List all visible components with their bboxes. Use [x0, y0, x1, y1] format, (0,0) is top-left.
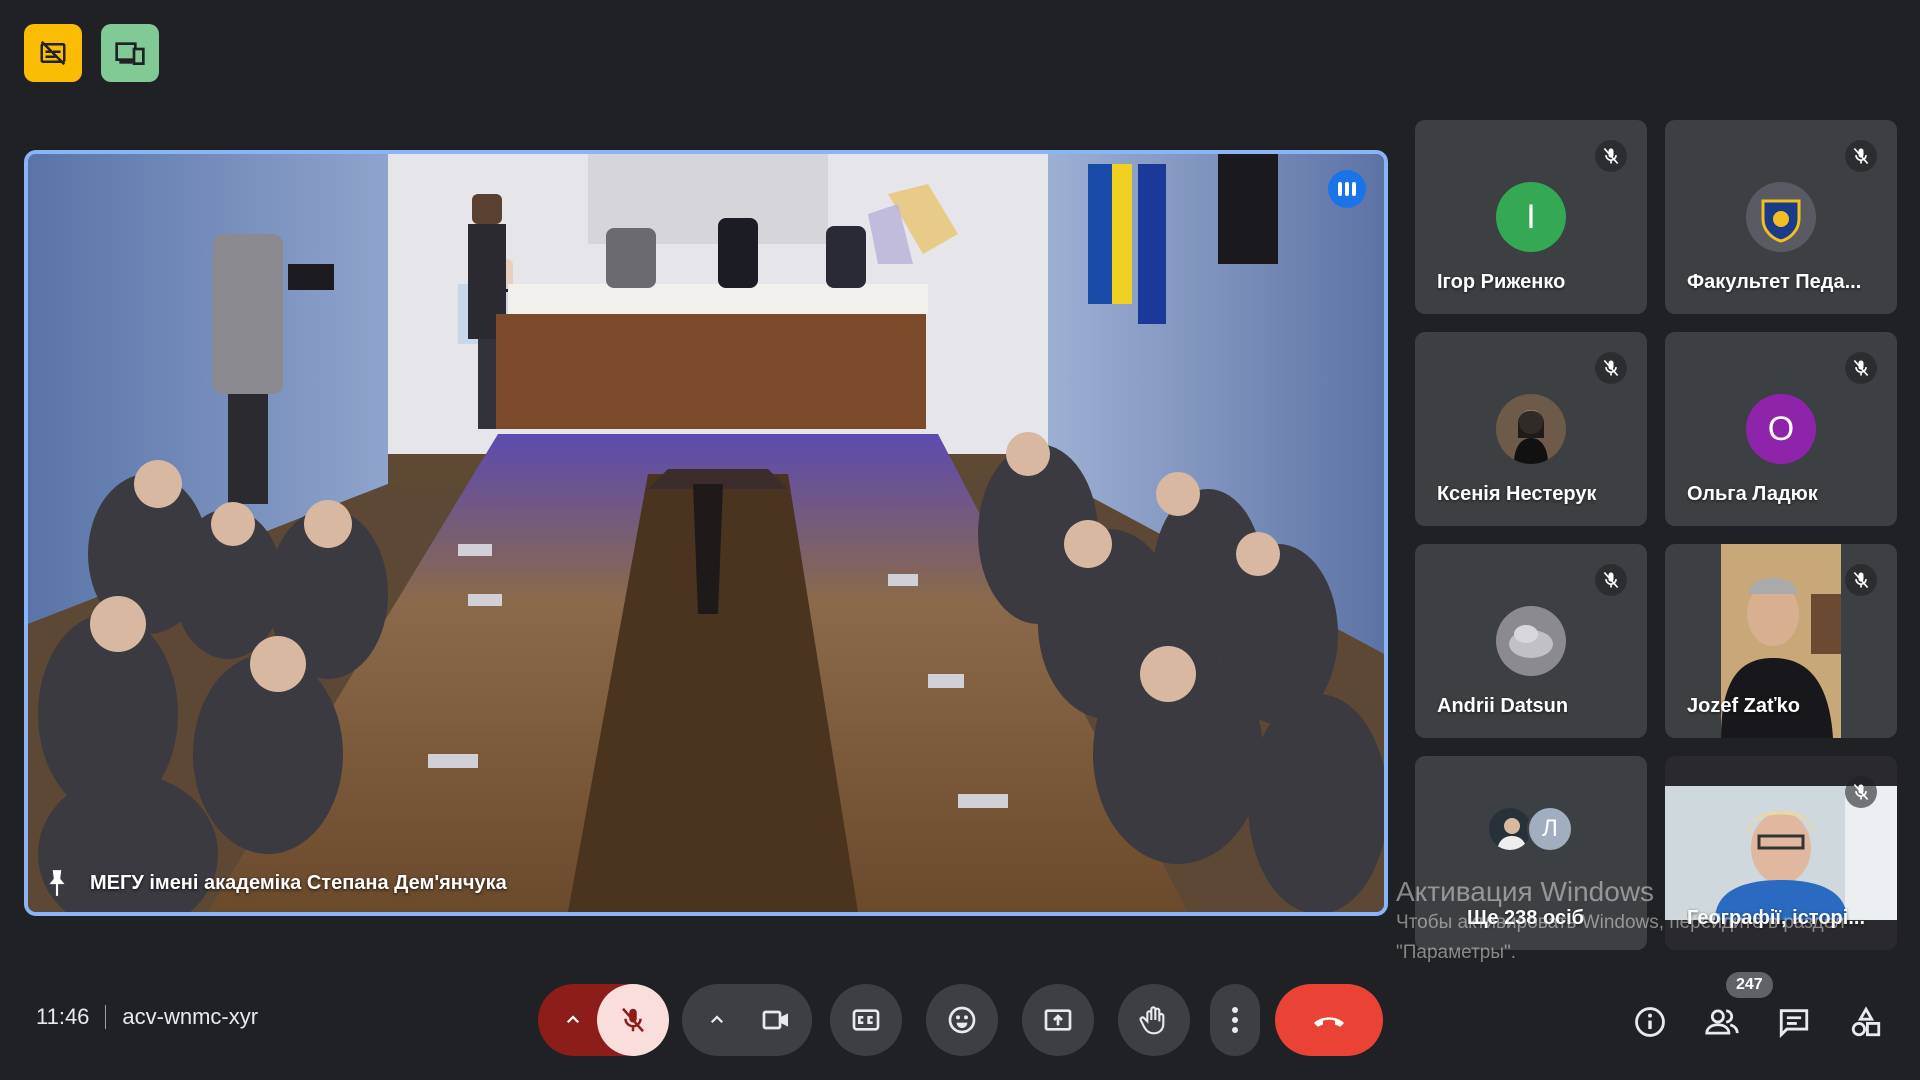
meeting-code[interactable]: acv-wnmc-xyr	[122, 1004, 258, 1030]
mic-off-icon	[1845, 776, 1877, 808]
participant-avatar: І	[1496, 182, 1566, 252]
meeting-time: 11:46	[36, 1004, 90, 1029]
main-speaker-name: МЕГУ імені академіка Степана Дем'янчука	[90, 871, 507, 894]
closed-captions-icon	[852, 1009, 880, 1031]
reactions-button[interactable]	[926, 984, 998, 1056]
meeting-details-button[interactable]	[1628, 1000, 1672, 1044]
video-camera-icon	[762, 1010, 788, 1030]
more-vert-icon	[1232, 1007, 1238, 1033]
mic-off-icon	[1845, 140, 1877, 172]
chat-icon	[1779, 1009, 1809, 1039]
mic-off-icon	[1595, 352, 1627, 384]
raise-hand-button[interactable]	[1118, 984, 1190, 1056]
participant-photo-avatar	[1496, 394, 1566, 464]
participant-name: Jozef Zaťko	[1687, 695, 1800, 717]
present-icon	[1044, 1009, 1072, 1031]
participant-tile-6[interactable]: Jozef Zaťko	[1665, 544, 1897, 738]
people-button[interactable]	[1700, 1000, 1744, 1044]
participant-tile-1[interactable]: І Ігор Риженко	[1415, 120, 1647, 314]
leave-call-button[interactable]	[1275, 984, 1383, 1056]
activities-button[interactable]	[1844, 1000, 1888, 1044]
caption-off-icon	[40, 40, 66, 66]
meeting-info: 11:46 acv-wnmc-xyr	[36, 1004, 258, 1030]
shield-logo-icon	[1761, 199, 1801, 243]
participant-tile-5[interactable]: Andrii Datsun	[1415, 544, 1647, 738]
camera-toggle-button[interactable]	[740, 984, 812, 1056]
people-count-badge: 247	[1726, 972, 1773, 998]
participant-name: Ксенія Нестерук	[1437, 483, 1597, 505]
mic-off-icon	[1845, 352, 1877, 384]
participant-avatar: Л	[1527, 806, 1573, 852]
participant-avatar: О	[1746, 394, 1816, 464]
companion-mode-button[interactable]	[101, 24, 159, 82]
main-speaker-tile[interactable]: МЕГУ імені академіка Степана Дем'янчука	[24, 150, 1388, 916]
mic-off-icon	[1845, 564, 1877, 596]
present-screen-button[interactable]	[1022, 984, 1094, 1056]
info-icon	[1635, 1007, 1665, 1037]
participant-tile-2[interactable]: Факультет Педа...	[1665, 120, 1897, 314]
mic-off-icon	[622, 1007, 644, 1033]
windows-activation-watermark: Активация Windows Чтобы активировать Win…	[1396, 876, 1846, 968]
mic-off-icon	[1595, 564, 1627, 596]
hand-icon	[1139, 1006, 1165, 1035]
chevron-up-icon	[566, 1015, 580, 1024]
participant-name: Andrii Datsun	[1437, 695, 1569, 717]
chevron-up-icon	[710, 1015, 724, 1024]
participant-name: Ігор Риженко	[1437, 271, 1566, 293]
microphone-toggle-button[interactable]	[597, 984, 669, 1056]
chat-button[interactable]	[1772, 1000, 1816, 1044]
faculty-logo-avatar	[1746, 182, 1816, 252]
speaking-indicator-icon	[1328, 170, 1366, 208]
participant-tile-4[interactable]: О Ольга Ладюк	[1665, 332, 1897, 526]
people-icon	[1705, 1009, 1739, 1035]
more-options-button[interactable]	[1210, 984, 1260, 1056]
participant-name: Факультет Педа...	[1687, 271, 1862, 293]
emoji-icon	[948, 1006, 976, 1034]
devices-icon	[115, 42, 145, 65]
pin-icon	[49, 870, 65, 896]
shapes-icon	[1851, 1006, 1881, 1037]
mic-off-icon	[1595, 140, 1627, 172]
captions-button[interactable]	[830, 984, 902, 1056]
conference-room-video	[28, 154, 1384, 912]
divider	[105, 1005, 107, 1029]
watermark-title: Активация Windows	[1396, 876, 1655, 907]
participant-tile-3[interactable]: Ксенія Нестерук	[1415, 332, 1647, 526]
hang-up-icon	[1314, 1017, 1344, 1027]
participant-photo-avatar	[1496, 606, 1566, 676]
captions-off-button[interactable]	[24, 24, 82, 82]
main-speaker-label: МЕГУ імені академіка Степана Дем'янчука	[44, 868, 507, 898]
participant-name: Ольга Ладюк	[1687, 483, 1818, 505]
more-participants-avatars: Л	[1487, 806, 1575, 854]
watermark-message: Чтобы активировать Windows, перейдите в …	[1396, 912, 1845, 963]
